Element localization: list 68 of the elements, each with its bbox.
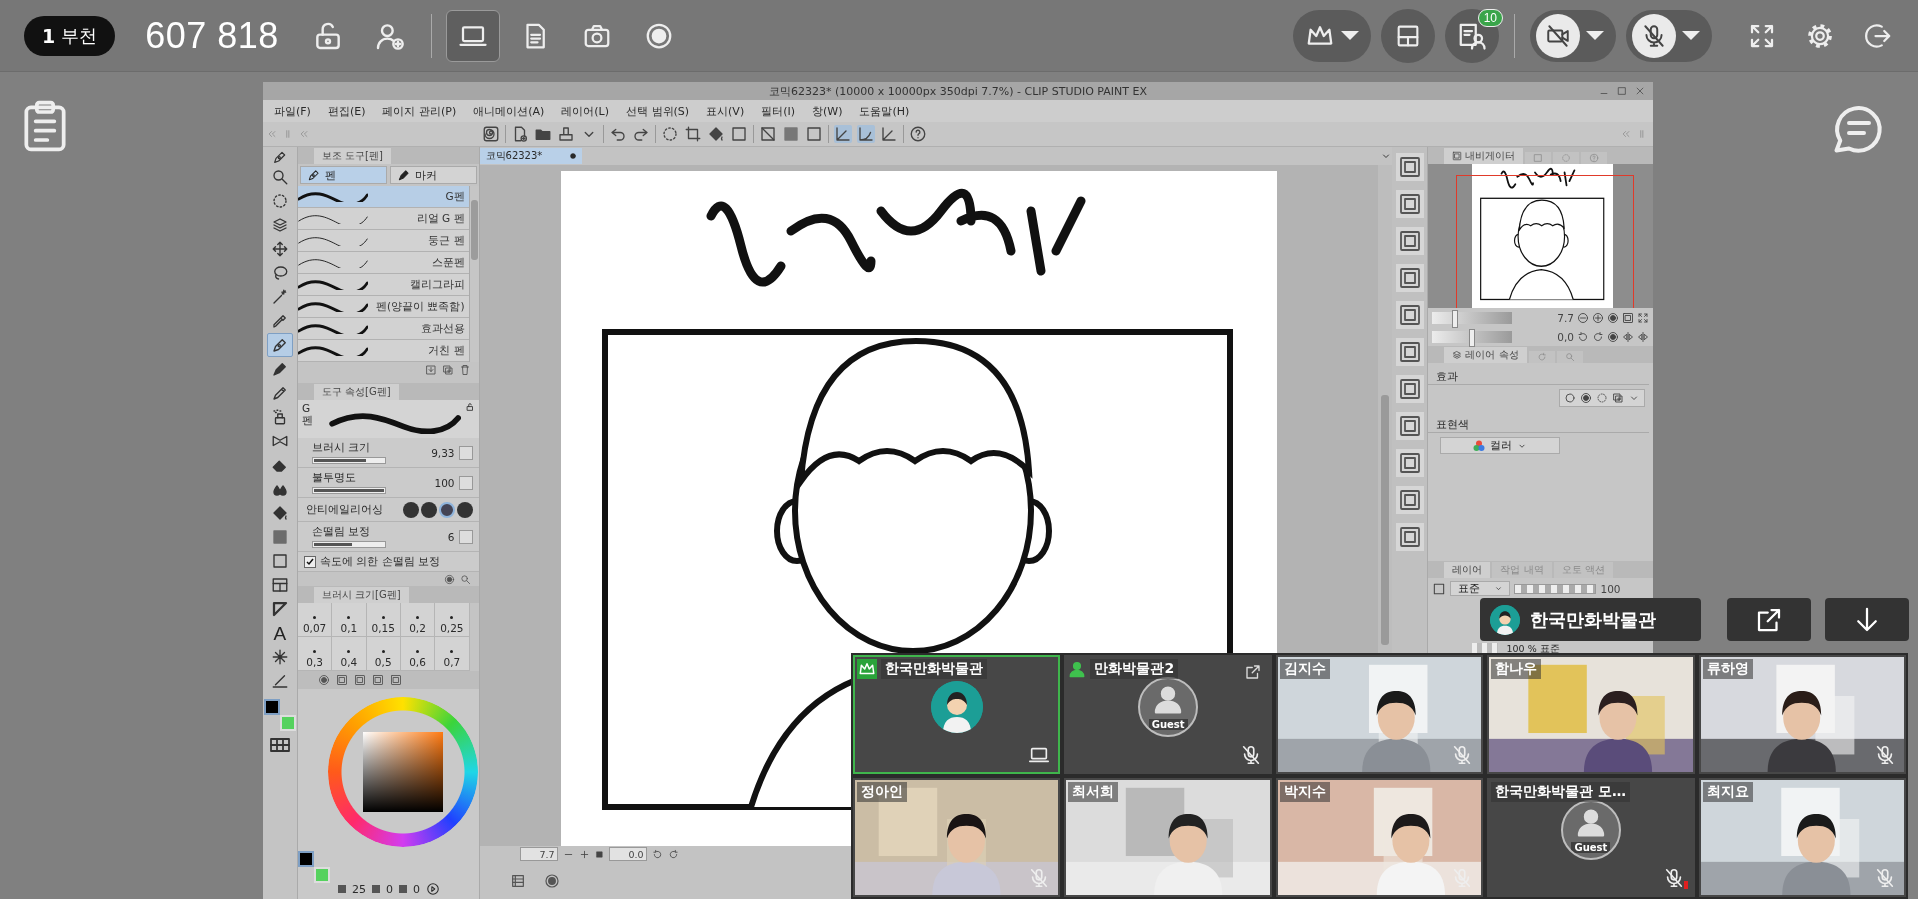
presenter-name: 한국만화박물관 (1530, 607, 1656, 632)
checkbox-label: 속도에 의한 손떨림 보정 (319, 554, 440, 569)
setting-label: 브러시 크기 (311, 441, 372, 455)
angle-value: 0,0 (1557, 330, 1574, 343)
panel-tab[interactable]: 보조 도구[펜] (313, 148, 391, 164)
setting-value: 6 (447, 530, 455, 543)
blend-mode-dropdown[interactable]: 표준 (1450, 581, 1511, 596)
brush-item[interactable]: 둥근 펜 (297, 230, 469, 252)
color-value: 0 (385, 882, 393, 896)
participant-name: 한국만화박물관 모… (1491, 782, 1631, 802)
participant-tile[interactable]: 김지수 (1275, 655, 1484, 774)
setting-label: 안티에일리어싱 (305, 502, 383, 517)
panel-tab[interactable]: 브러시 크기[G펜] (313, 587, 409, 603)
setting-value: 100 (434, 476, 455, 489)
layer-info: 100 % 표준 (1506, 643, 1560, 654)
brush-size-preset[interactable]: 0,25 (435, 603, 470, 637)
brush-item[interactable]: 리얼 G 펜 (297, 208, 469, 230)
brush-name: G펜 (301, 402, 314, 428)
brush-item[interactable]: 스푼펜 (297, 252, 469, 274)
section-label: 표현색 (1428, 411, 1649, 433)
document-tab[interactable]: 코믹62323* (479, 148, 583, 164)
tool-group-tab[interactable]: 펜 (299, 166, 387, 184)
brush-item[interactable]: 캘리그라피 (297, 274, 469, 296)
menu-item[interactable]: 필터(I) (761, 103, 795, 119)
participant-tile[interactable]: 류하영 (1698, 655, 1906, 774)
setting-label: 불투명도 (311, 471, 357, 485)
tool-button[interactable]: A (266, 621, 293, 645)
brush-size-preset[interactable]: 0,2 (400, 603, 436, 637)
section-label: 효과 (1428, 363, 1649, 385)
guest-avatar: Guest (1560, 800, 1621, 860)
participant-tile[interactable]: 함나우 (1487, 655, 1695, 774)
brush-item[interactable]: G펜 (297, 186, 469, 208)
panel-tab[interactable]: 도구 속성[G펜] (313, 384, 399, 400)
room-badge[interactable]: 1 부천 (24, 15, 116, 56)
participant-tile[interactable]: 최지요 (1698, 778, 1906, 897)
brush-item[interactable]: 거친 펜 (297, 340, 469, 362)
panel-tab[interactable]: 내비게이터 (1444, 148, 1524, 164)
window-title: 코믹62323* (10000 x 10000px 350dpi 7.7%) - CLIP STUDIO PAINT EX (769, 83, 1147, 99)
brush-size-preset[interactable]: 0,1 (332, 603, 367, 637)
menu-item[interactable]: 도움말(H) (859, 103, 910, 119)
color-value: 0 (412, 882, 420, 896)
setting-label: 손떨림 보정 (311, 525, 372, 539)
menu-item[interactable]: 파일(F) (274, 103, 311, 119)
panel-tab[interactable]: 레이어 속성 (1444, 347, 1527, 363)
menu-item[interactable]: 애니메이션(A) (473, 103, 545, 119)
panel-tab[interactable]: 레이어 (1444, 562, 1491, 578)
brush-item[interactable]: 효과선용 (297, 318, 469, 340)
participant-tile[interactable]: 한국만화박물관 모… Guest (1487, 778, 1695, 897)
setting-value: 9,33 (431, 446, 455, 459)
menu-item[interactable]: 표시(V) (706, 103, 745, 119)
angle-field[interactable]: 0.0 (608, 847, 647, 861)
meeting-number: 607 818 (145, 14, 279, 57)
menu-item[interactable]: 선택 범위(S) (626, 103, 690, 119)
zoom-field[interactable]: 7.7 (519, 847, 558, 861)
participant-tile[interactable]: 박지수 (1275, 778, 1484, 897)
tool-group-tab[interactable]: 마커 (389, 166, 477, 184)
menu-item[interactable]: 페이지 관리(P) (382, 103, 457, 119)
brush-item[interactable]: 펜(양끝이 뾰족함) (297, 296, 469, 318)
menu-item[interactable]: 창(W) (812, 103, 843, 119)
zoom-value: 7.7 (1557, 311, 1574, 324)
color-mode-dropdown[interactable]: 컬러 (1440, 437, 1561, 454)
menu-item[interactable]: 편집(E) (327, 103, 366, 119)
color-value: 25 (351, 882, 366, 896)
count-badge: 10 (1477, 8, 1503, 27)
menu-item[interactable]: 레이어(L) (561, 103, 609, 119)
opacity-value: 100 (1600, 582, 1621, 595)
brush-size-preset[interactable]: 0,07 (297, 603, 333, 637)
brush-size-preset[interactable]: 0,15 (366, 603, 401, 637)
